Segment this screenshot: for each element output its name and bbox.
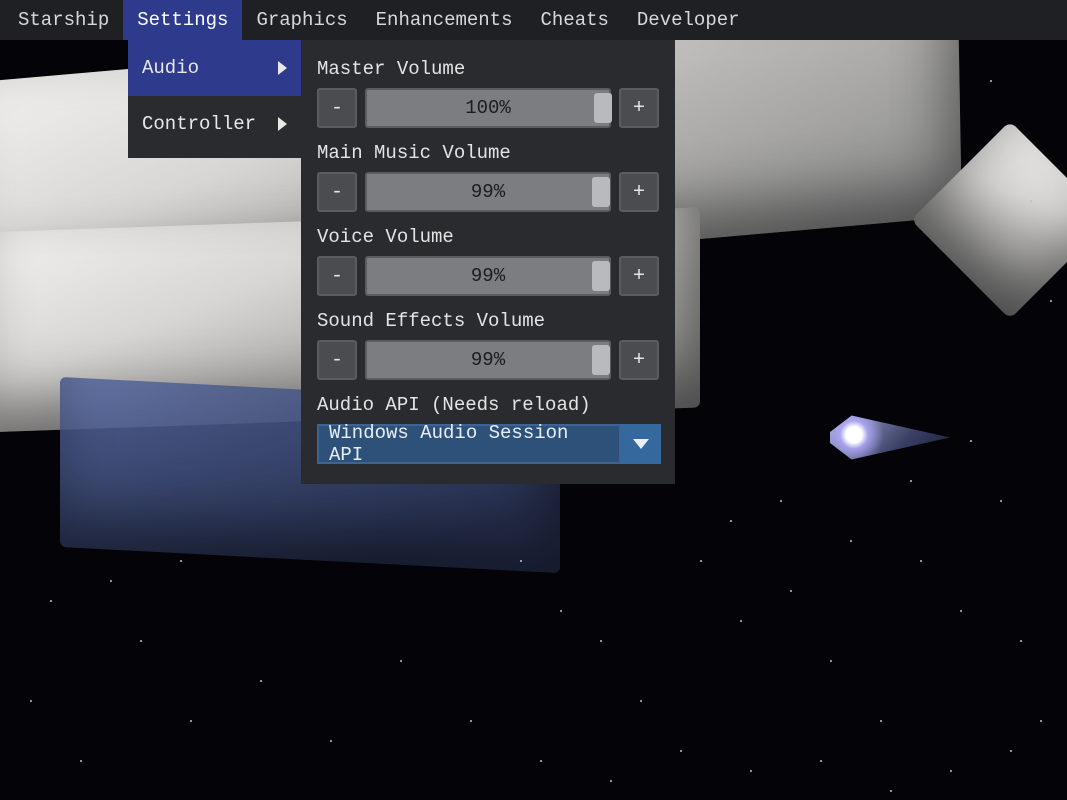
audio-settings-panel: Master Volume - 100% + Main Music Volume - 99%…: [301, 40, 675, 484]
star: [190, 720, 192, 722]
star: [1030, 200, 1032, 202]
star: [30, 700, 32, 702]
slider-thumb[interactable]: [592, 345, 610, 375]
star: [730, 520, 732, 522]
star: [1010, 750, 1012, 752]
menu-cheats[interactable]: Cheats: [526, 0, 622, 40]
star: [470, 720, 472, 722]
star: [640, 700, 642, 702]
slider-row: - 99% +: [317, 172, 659, 212]
slider-track[interactable]: 100%: [365, 88, 611, 128]
star: [110, 580, 112, 582]
star: [400, 660, 402, 662]
slider-row: - 100% +: [317, 88, 659, 128]
menu-settings[interactable]: Settings: [123, 0, 242, 40]
chevron-down-icon: [633, 439, 649, 449]
dropdown-toggle[interactable]: [621, 424, 661, 464]
star: [820, 760, 822, 762]
menu-enhancements[interactable]: Enhancements: [362, 0, 527, 40]
star: [50, 600, 52, 602]
menu-starship[interactable]: Starship: [4, 0, 123, 40]
star: [80, 760, 82, 762]
fighter-ship: [830, 410, 950, 465]
star: [540, 760, 542, 762]
star: [180, 560, 182, 562]
menu-bar: StarshipSettingsGraphicsEnhancementsChea…: [0, 0, 1067, 40]
setting-label: Master Volume: [317, 58, 659, 80]
star: [960, 610, 962, 612]
decrement-button[interactable]: -: [317, 256, 357, 296]
settings-submenu: Audio Controller: [128, 40, 301, 158]
star: [970, 440, 972, 442]
slider-track[interactable]: 99%: [365, 340, 611, 380]
submenu-item-label: Audio: [142, 57, 199, 79]
audio-api-dropdown[interactable]: Windows Audio Session API: [317, 424, 661, 464]
star: [990, 80, 992, 82]
star: [750, 770, 752, 772]
star: [560, 610, 562, 612]
star: [680, 750, 682, 752]
star: [330, 740, 332, 742]
slider-track[interactable]: 99%: [365, 172, 611, 212]
star: [850, 540, 852, 542]
star: [880, 720, 882, 722]
star: [1050, 300, 1052, 302]
slider-value: 99%: [471, 349, 505, 371]
slider-value: 99%: [471, 265, 505, 287]
slider-value: 99%: [471, 181, 505, 203]
star: [610, 780, 612, 782]
star: [1020, 640, 1022, 642]
star: [910, 480, 912, 482]
submenu-item-label: Controller: [142, 113, 256, 135]
decrement-button[interactable]: -: [317, 172, 357, 212]
decrement-button[interactable]: -: [317, 88, 357, 128]
slider-thumb[interactable]: [592, 261, 610, 291]
star: [1040, 720, 1042, 722]
menu-graphics[interactable]: Graphics: [242, 0, 361, 40]
setting-label: Main Music Volume: [317, 142, 659, 164]
submenu-item-audio[interactable]: Audio: [128, 40, 301, 96]
slider-row: - 99% +: [317, 256, 659, 296]
star: [830, 660, 832, 662]
star: [780, 500, 782, 502]
chevron-right-icon: [278, 61, 287, 75]
star: [890, 790, 892, 792]
chevron-right-icon: [278, 117, 287, 131]
star: [260, 680, 262, 682]
star: [600, 640, 602, 642]
slider-thumb[interactable]: [592, 177, 610, 207]
decrement-button[interactable]: -: [317, 340, 357, 380]
star: [740, 620, 742, 622]
setting-label: Sound Effects Volume: [317, 310, 659, 332]
increment-button[interactable]: +: [619, 172, 659, 212]
star: [950, 770, 952, 772]
audio-api-label: Audio API (Needs reload): [317, 394, 659, 416]
star: [700, 560, 702, 562]
slider-thumb[interactable]: [594, 93, 612, 123]
setting-label: Voice Volume: [317, 226, 659, 248]
slider-row: - 99% +: [317, 340, 659, 380]
star: [790, 590, 792, 592]
star: [920, 560, 922, 562]
slider-value: 100%: [465, 97, 511, 119]
star: [1000, 500, 1002, 502]
menu-developer[interactable]: Developer: [623, 0, 754, 40]
increment-button[interactable]: +: [619, 340, 659, 380]
star: [520, 560, 522, 562]
star: [140, 640, 142, 642]
increment-button[interactable]: +: [619, 88, 659, 128]
dropdown-value: Windows Audio Session API: [317, 424, 621, 464]
increment-button[interactable]: +: [619, 256, 659, 296]
slider-track[interactable]: 99%: [365, 256, 611, 296]
submenu-item-controller[interactable]: Controller: [128, 96, 301, 152]
